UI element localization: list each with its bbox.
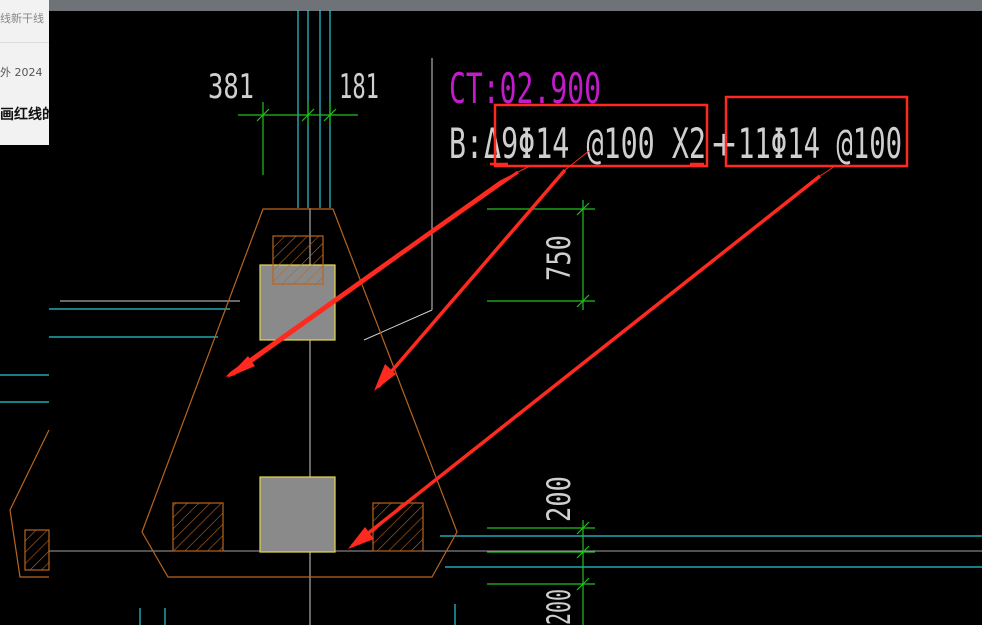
rebar-group2-label: 11Φ14 @100 bbox=[738, 119, 902, 168]
rebar-plus-label: + bbox=[712, 119, 736, 168]
dimension-750-label: 750 bbox=[540, 235, 578, 281]
dimension-381-label: 381 bbox=[208, 67, 254, 107]
pile-hatches bbox=[24, 235, 424, 571]
rebar-group1-label: Δ9Φ14 @100 X2 bbox=[484, 119, 706, 168]
arrow-right bbox=[348, 165, 836, 549]
rebar-b-prefix: B: bbox=[449, 119, 483, 168]
dimension-bottom-label: 200 bbox=[540, 589, 578, 625]
dimension-181-label: 181 bbox=[339, 67, 379, 107]
cad-drawing-canvas[interactable]: 381 181 750 200 200 CT:02.900 B: Δ9Φ14 @… bbox=[0, 0, 982, 625]
dimension-200-label: 200 bbox=[540, 476, 578, 522]
